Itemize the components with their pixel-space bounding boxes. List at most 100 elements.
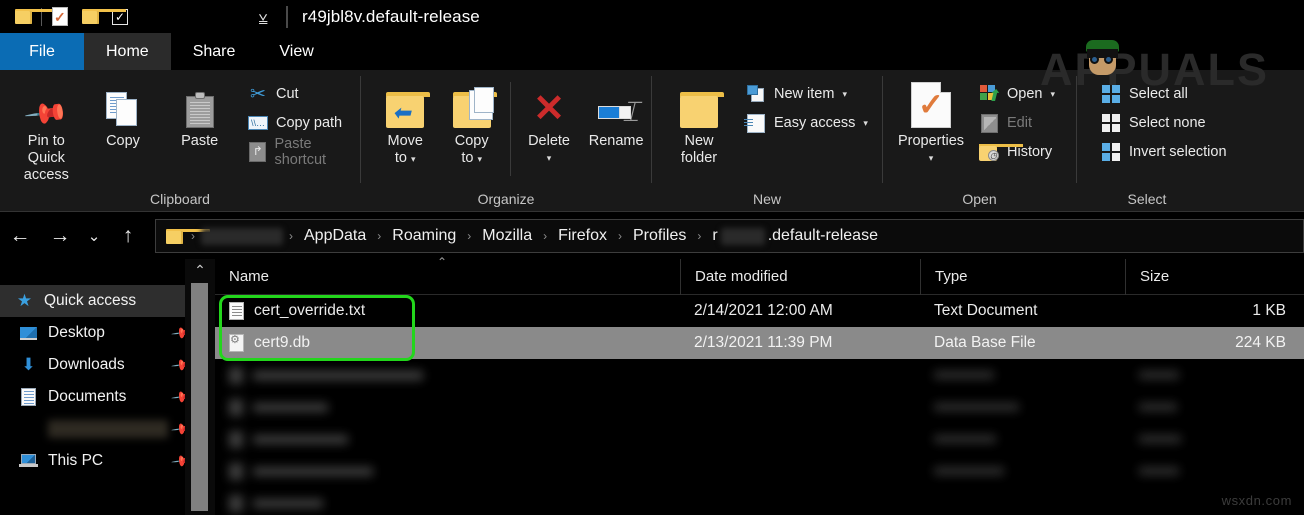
properties-label: Properties [897, 133, 965, 149]
delete-button[interactable]: ✕ Delete ▾ [517, 80, 581, 164]
chevron-down-icon: ⩣ [258, 8, 268, 25]
column-header-date-modified[interactable]: Date modified [680, 258, 920, 295]
copy-to-label-line2: to [461, 150, 474, 166]
rename-icon: ⌶ [596, 80, 639, 128]
pin-to-quick-access-label-line1: Pin to Quick [27, 133, 65, 166]
delete-caret-icon[interactable]: ▾ [547, 153, 552, 164]
sidebar-label-downloads: Downloads [48, 356, 125, 373]
breadcrumb-item-mozilla[interactable]: Mozilla [477, 227, 537, 245]
breadcrumb-item-redacted-profile[interactable] [720, 227, 765, 245]
select-none-icon [1101, 114, 1121, 132]
pin-to-quick-access-button[interactable]: 📌 Pin to Quick access [12, 80, 81, 184]
file-size-cell: 224 KB [1235, 334, 1286, 351]
tab-file[interactable]: File [0, 33, 84, 70]
easy-access-caret-icon[interactable]: ▾ [863, 118, 868, 129]
copy-pages-icon [106, 80, 140, 128]
sidebar-item-quick-access[interactable]: ★ Quick access [0, 285, 215, 317]
scroll-up-icon[interactable]: ⌃ [185, 259, 215, 281]
table-row[interactable]: cert9.db 2/13/2021 11:39 PM Data Base Fi… [215, 327, 1304, 359]
invert-selection-button[interactable]: Invert selection [1101, 141, 1227, 163]
column-header-type-label: Type [935, 268, 968, 285]
ribbon-group-label-clipboard: Clipboard [150, 191, 210, 207]
properties-button[interactable]: Properties ▾ [889, 80, 973, 164]
breadcrumb-item-redacted-user[interactable] [201, 227, 283, 245]
paste-shortcut-button[interactable]: Paste shortcut [248, 136, 360, 168]
qat-customize-dropdown-icon[interactable]: ⩣ [250, 4, 276, 30]
breadcrumb-item-profiles[interactable]: Profiles [628, 227, 691, 245]
cut-button[interactable]: ✂ Cut [248, 83, 360, 105]
table-row[interactable]: cert_override.txt 2/14/2021 12:00 AM Tex… [215, 295, 1304, 327]
qat-folder-icon[interactable] [8, 4, 59, 30]
up-one-level-button[interactable]: ↑ [108, 216, 148, 256]
scrollbar-thumb[interactable] [191, 283, 208, 511]
sidebar-item-redacted[interactable]: 📌 [0, 413, 215, 445]
address-bar: ← → ⌄ ↑ › › AppData › Roaming › Mozilla … [0, 213, 1304, 259]
copy-to-caret-icon[interactable]: ▾ [478, 154, 483, 164]
breadcrumb-separator-icon: › [543, 229, 548, 243]
sidebar-item-downloads[interactable]: ⬇ Downloads 📌 [0, 349, 215, 381]
select-none-button[interactable]: Select none [1101, 112, 1227, 134]
breadcrumb-item-firefox[interactable]: Firefox [553, 227, 612, 245]
navigation-pane-scrollbar[interactable]: ⌃ [185, 259, 215, 515]
file-explorer-window: ✓ ⩣ r49jbl8v.default-release File Home S… [0, 0, 1304, 515]
file-name-cell: cert9.db [215, 327, 680, 359]
edit-label: Edit [1007, 115, 1032, 131]
breadcrumb-item-profile-prefix[interactable]: r [707, 227, 717, 245]
new-item-label: New item [774, 86, 835, 102]
easy-access-button[interactable]: Easy access ▾ [744, 112, 868, 134]
edit-button[interactable]: Edit [979, 112, 1055, 134]
qat-checkbox-icon[interactable]: ✓ [105, 4, 135, 30]
move-to-button[interactable]: ⬅ Move to ▾ [373, 80, 437, 168]
rename-button[interactable]: ⌶ Rename [581, 80, 651, 150]
navigation-pane: ★ Quick access Desktop 📌 ⬇ Downloads 📌 D… [0, 259, 215, 515]
new-folder-icon [680, 80, 724, 128]
breadcrumb-item-profile-suffix[interactable]: .default-release [768, 227, 883, 245]
recent-locations-button[interactable]: ⌄ [80, 216, 108, 256]
copy-to-button[interactable]: Copy to ▾ [439, 80, 503, 168]
tab-view[interactable]: View [257, 33, 335, 70]
new-item-button[interactable]: New item ▾ [746, 83, 868, 105]
column-header-size-label: Size [1140, 268, 1170, 285]
move-to-label-line2: to [394, 150, 407, 166]
move-to-caret-icon[interactable]: ▾ [411, 154, 416, 164]
download-arrow-icon: ⬇ [21, 355, 36, 374]
tab-share[interactable]: Share [171, 33, 258, 70]
red-x-icon: ✕ [533, 88, 565, 130]
tab-home[interactable]: Home [84, 33, 171, 70]
folder-arrow-icon: ⬅ [386, 80, 431, 128]
sidebar-label-documents: Documents [48, 388, 127, 405]
file-size-cell: 1 KB [1252, 302, 1286, 319]
column-header-type[interactable]: Type [920, 258, 1125, 295]
brand-mascot-icon [1082, 40, 1126, 76]
sidebar-item-this-pc[interactable]: This PC 📌 [0, 445, 215, 477]
column-header-size[interactable]: Size [1125, 258, 1304, 295]
new-item-caret-icon[interactable]: ▾ [842, 89, 847, 100]
qat-properties-icon[interactable] [45, 4, 75, 30]
title-divider [286, 5, 288, 28]
copy-button[interactable]: Copy [89, 80, 158, 150]
history-button[interactable]: ◷ History [979, 141, 1055, 163]
desktop-icon [18, 326, 39, 340]
new-folder-button[interactable]: New folder [666, 80, 732, 167]
back-button[interactable]: ← [0, 216, 40, 256]
copy-path-button[interactable]: \\… Copy path [248, 112, 360, 134]
column-header-name[interactable]: Name ⌃ [215, 255, 680, 295]
breadcrumb[interactable]: › › AppData › Roaming › Mozilla › Firefo… [155, 219, 1304, 253]
breadcrumb-item-appdata[interactable]: AppData [299, 227, 371, 245]
ribbon-group-new: New folder New item ▾ Easy access ▾ New [652, 70, 882, 212]
forward-button[interactable]: → [40, 216, 80, 256]
properties-caret-icon[interactable]: ▾ [929, 153, 934, 164]
file-name-label: cert_override.txt [254, 302, 366, 319]
breadcrumb-item-roaming[interactable]: Roaming [387, 227, 461, 245]
paste-button[interactable]: Paste [165, 80, 234, 150]
breadcrumb-separator-icon: › [697, 229, 702, 243]
ribbon-group-clipboard: 📌 Pin to Quick access Copy Paste ✂ Cut \… [0, 70, 360, 212]
qat-new-folder-icon[interactable] [75, 4, 126, 30]
blurred-file-rows [215, 359, 1304, 515]
ribbon-group-label-select: Select [1127, 191, 1167, 207]
sidebar-item-desktop[interactable]: Desktop 📌 [0, 317, 215, 349]
column-header-date-label: Date modified [695, 268, 788, 285]
folder-docs-icon [452, 80, 497, 128]
sidebar-item-documents[interactable]: Documents 📌 [0, 381, 215, 413]
ribbon-inner-divider [509, 82, 511, 176]
